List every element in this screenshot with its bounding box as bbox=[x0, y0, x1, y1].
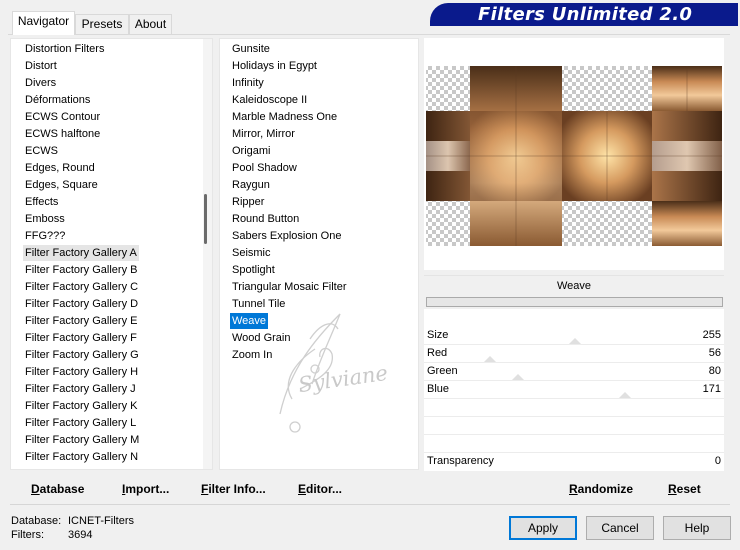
filter-item[interactable]: Spotlight bbox=[230, 262, 277, 278]
param-label: Red bbox=[427, 347, 448, 359]
database-value: ICNET-Filters bbox=[68, 515, 134, 527]
preview-image bbox=[426, 66, 722, 246]
category-item[interactable]: Filter Factory Gallery J bbox=[23, 381, 138, 397]
category-item[interactable]: Edges, Square bbox=[23, 177, 100, 193]
status-divider bbox=[10, 504, 730, 505]
cancel-button[interactable]: Cancel bbox=[586, 516, 654, 540]
category-item[interactable]: Filter Factory Gallery E bbox=[23, 313, 139, 329]
tab-about[interactable]: About bbox=[129, 14, 172, 34]
category-item[interactable]: ECWS Contour bbox=[23, 109, 102, 125]
randomize-button[interactable]: Randomize bbox=[569, 480, 633, 498]
param-value[interactable]: 171 bbox=[703, 383, 721, 395]
editor-button[interactable]: Editor... bbox=[298, 480, 342, 498]
tab-navigator[interactable]: Navigator bbox=[12, 11, 75, 35]
param-label: Size bbox=[427, 329, 449, 341]
category-item[interactable]: Filter Factory Gallery F bbox=[23, 330, 139, 346]
filter-item[interactable]: Seismic bbox=[230, 245, 273, 261]
param-value[interactable]: 255 bbox=[703, 329, 721, 341]
category-item[interactable]: Filter Factory Gallery C bbox=[23, 279, 140, 295]
filter-item[interactable]: Tunnel Tile bbox=[230, 296, 287, 312]
effect-name-label: Weave bbox=[424, 275, 724, 295]
category-item[interactable]: Divers bbox=[23, 75, 58, 91]
category-item[interactable]: Filter Factory Gallery A bbox=[23, 245, 139, 261]
category-item[interactable]: Filter Factory Gallery G bbox=[23, 347, 141, 363]
param-label: Transparency bbox=[427, 455, 494, 467]
apply-button[interactable]: Apply bbox=[509, 516, 577, 540]
filter-item[interactable]: Gunsite bbox=[230, 41, 272, 57]
category-item[interactable]: Filter Factory Gallery D bbox=[23, 296, 140, 312]
param-value[interactable]: 0 bbox=[715, 455, 721, 467]
help-button[interactable]: Help bbox=[663, 516, 731, 540]
filter-item[interactable]: Infinity bbox=[230, 75, 266, 91]
category-item[interactable]: Distortion Filters bbox=[23, 41, 106, 57]
filter-item[interactable]: Mirror, Mirror bbox=[230, 126, 297, 142]
filter-item[interactable]: Wood Grain bbox=[230, 330, 293, 346]
filter-item[interactable]: Round Button bbox=[230, 211, 301, 227]
param-row-blue[interactable]: Blue 171 bbox=[424, 381, 724, 399]
param-row-size[interactable]: Size 255 bbox=[424, 327, 724, 345]
category-item[interactable]: Filter Factory Gallery B bbox=[23, 262, 139, 278]
param-label: Green bbox=[427, 365, 458, 377]
category-scrollbar-thumb[interactable] bbox=[204, 194, 207, 244]
category-item[interactable]: Effects bbox=[23, 194, 60, 210]
param-row-empty bbox=[424, 399, 724, 417]
tab-divider bbox=[8, 34, 730, 35]
import-button[interactable]: Import... bbox=[122, 480, 169, 498]
filters-count-label: Filters: bbox=[11, 529, 44, 541]
category-item[interactable]: Filter Factory Gallery K bbox=[23, 398, 139, 414]
category-item[interactable]: ECWS bbox=[23, 143, 60, 159]
param-value[interactable]: 56 bbox=[709, 347, 721, 359]
param-row-empty bbox=[424, 417, 724, 435]
param-row-red[interactable]: Red 56 bbox=[424, 345, 724, 363]
slider-thumb[interactable] bbox=[484, 356, 496, 362]
filter-item[interactable]: Origami bbox=[230, 143, 273, 159]
reset-button[interactable]: Reset bbox=[668, 480, 701, 498]
filter-item[interactable]: Ripper bbox=[230, 194, 266, 210]
param-row-green[interactable]: Green 80 bbox=[424, 363, 724, 381]
slider-thumb[interactable] bbox=[619, 392, 631, 398]
filter-item[interactable]: Marble Madness One bbox=[230, 109, 339, 125]
progress-bar bbox=[426, 297, 723, 307]
category-list[interactable]: Distortion Filters Distort Divers Déformati… bbox=[10, 38, 213, 470]
param-row-empty bbox=[424, 435, 724, 453]
filter-item[interactable]: Pool Shadow bbox=[230, 160, 299, 176]
category-item[interactable]: Filter Factory Gallery H bbox=[23, 364, 140, 380]
filter-item[interactable]: Triangular Mosaic Filter bbox=[230, 279, 349, 295]
category-item[interactable]: Distort bbox=[23, 58, 59, 74]
category-item[interactable]: Edges, Round bbox=[23, 160, 97, 176]
app-title-banner: Filters Unlimited 2.0 bbox=[430, 3, 738, 26]
database-label: Database: bbox=[11, 515, 62, 527]
filter-item[interactable]: Holidays in Egypt bbox=[230, 58, 319, 74]
param-value[interactable]: 80 bbox=[709, 365, 721, 377]
filter-item[interactable]: Zoom In bbox=[230, 347, 274, 363]
slider-thumb[interactable] bbox=[569, 338, 581, 344]
filter-item[interactable]: Kaleidoscope II bbox=[230, 92, 309, 108]
param-label: Blue bbox=[427, 383, 450, 395]
database-button[interactable]: Database bbox=[31, 480, 84, 498]
effect-preview bbox=[424, 38, 724, 270]
category-item[interactable]: Filter Factory Gallery L bbox=[23, 415, 138, 431]
parameter-panel: Size 255 Red 56 Green 80 Blue 171 Transp… bbox=[424, 309, 724, 471]
filters-count-value: 3694 bbox=[68, 529, 93, 541]
category-scrollbar[interactable] bbox=[203, 39, 212, 469]
tab-presets[interactable]: Presets bbox=[75, 14, 129, 34]
filter-item[interactable]: Weave bbox=[228, 312, 270, 330]
filter-list[interactable]: Sylviane Gunsite Holidays in Egypt Infinit… bbox=[219, 38, 419, 470]
param-row-transparency[interactable]: Transparency 0 bbox=[424, 453, 724, 471]
slider-thumb[interactable] bbox=[512, 374, 524, 380]
category-item[interactable]: Filter Factory Gallery M bbox=[23, 432, 141, 448]
filter-info-button[interactable]: Filter Info... bbox=[201, 480, 266, 498]
category-item[interactable]: Déformations bbox=[23, 92, 92, 108]
category-item[interactable]: Emboss bbox=[23, 211, 67, 227]
category-item[interactable]: Filter Factory Gallery N bbox=[23, 449, 140, 465]
filter-item[interactable]: Raygun bbox=[230, 177, 272, 193]
category-item[interactable]: ECWS halftone bbox=[23, 126, 102, 142]
filter-item[interactable]: Sabers Explosion One bbox=[230, 228, 343, 244]
category-item[interactable]: FFG??? bbox=[23, 228, 67, 244]
